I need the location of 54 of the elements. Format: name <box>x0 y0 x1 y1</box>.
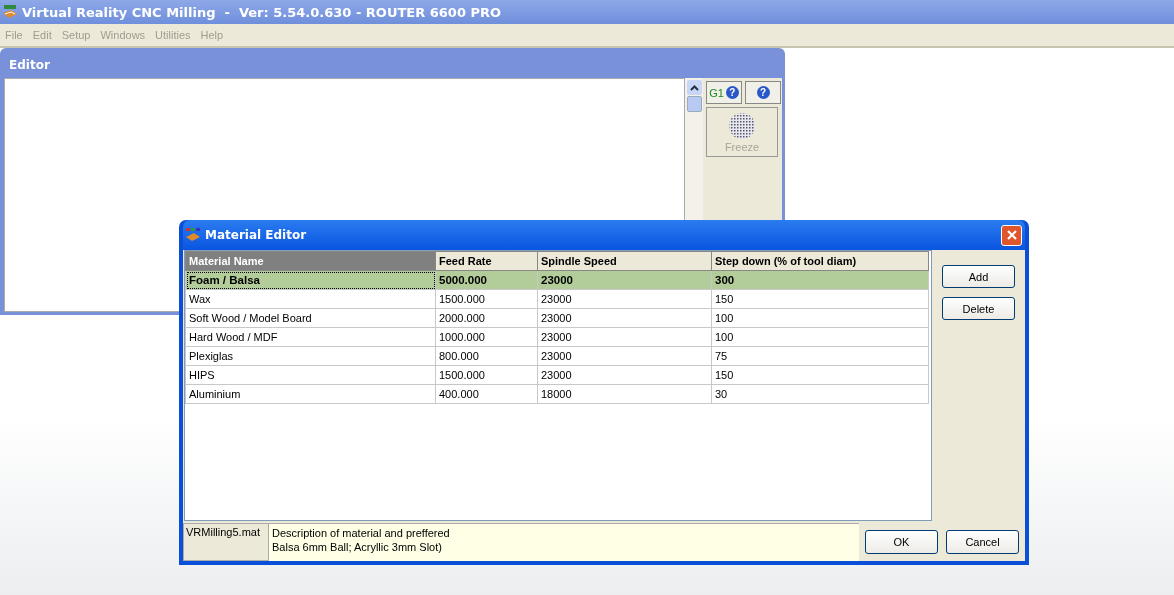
table-row[interactable]: Soft Wood / Model Board 2000.000 23000 100 <box>185 308 929 328</box>
dialog-button[interactable]: Delete <box>942 297 1015 320</box>
table-row[interactable]: Wax 1500.000 23000 150 <box>185 289 929 309</box>
table-cell: HIPS <box>185 365 436 385</box>
table-cell: 100 <box>711 308 929 328</box>
help-button[interactable]: ? <box>745 81 781 104</box>
table-row[interactable]: Hard Wood / MDF 1000.000 23000 100 <box>185 327 929 347</box>
table-cell: 23000 <box>537 346 712 366</box>
column-header[interactable]: Feed Rate <box>435 251 538 271</box>
table-cell: 150 <box>711 365 929 385</box>
table-cell: 400.000 <box>435 384 538 404</box>
table-cell: 23000 <box>537 327 712 347</box>
close-icon <box>1005 229 1018 241</box>
dialog-button[interactable]: Add <box>942 265 1015 288</box>
table-cell: 150 <box>711 289 929 309</box>
table-row[interactable]: Aluminium 400.000 18000 30 <box>185 384 929 404</box>
table-cell: 30 <box>711 384 929 404</box>
table-row[interactable]: Plexiglas 800.000 23000 75 <box>185 346 929 366</box>
table-cell: 23000 <box>537 289 712 309</box>
table-cell: 1500.000 <box>435 365 538 385</box>
table-cell: 75 <box>711 346 929 366</box>
table-cell: 23000 <box>537 365 712 385</box>
column-header[interactable]: Step down (% of tool diam) <box>711 251 929 271</box>
app-icon <box>2 4 18 20</box>
table-cell: 18000 <box>537 384 712 404</box>
column-header[interactable]: Spindle Speed <box>537 251 712 271</box>
table-cell: Soft Wood / Model Board <box>185 308 436 328</box>
scroll-thumb[interactable] <box>686 96 702 112</box>
description-text: Balsa 6mm Ball; Acryllic 3mm Slot) <box>272 540 443 554</box>
table-cell: 1500.000 <box>435 289 538 309</box>
table-cell: 100 <box>711 327 929 347</box>
table-cell: 23000 <box>537 308 712 328</box>
dialog-button[interactable]: OK <box>865 530 938 554</box>
app-icon <box>185 227 201 243</box>
table-cell: Hard Wood / MDF <box>185 327 436 347</box>
g-code-help-button[interactable]: G1 ? <box>706 81 742 104</box>
window-title: Editor <box>8 57 51 74</box>
app-title: Virtual Reality CNC Milling - Ver: 5.54.0.630 - ROUTER 6600 PRO <box>22 4 502 20</box>
table-cell: Aluminium <box>185 384 436 404</box>
close-button[interactable] <box>1001 224 1022 246</box>
description-text: Description of material and preffered <box>272 526 451 540</box>
file-name: VRMilling5.mat <box>183 523 269 561</box>
table-row[interactable]: Foam / Balsa 5000.000 23000 300 <box>185 270 929 290</box>
dialog-button[interactable]: Cancel <box>946 530 1019 554</box>
table-cell: 2000.000 <box>435 308 538 328</box>
table-cell: 1000.000 <box>435 327 538 347</box>
table-row[interactable]: HIPS 1500.000 23000 150 <box>185 365 929 385</box>
chevron-up-icon <box>689 84 699 91</box>
table-cell: 800.000 <box>435 346 538 366</box>
dialog-title: Material Editor <box>205 228 308 242</box>
scroll-up-button[interactable] <box>686 80 702 95</box>
table-cell: Wax <box>185 289 436 309</box>
table-cell: Plexiglas <box>185 346 436 366</box>
column-header[interactable]: Material Name <box>185 251 436 271</box>
